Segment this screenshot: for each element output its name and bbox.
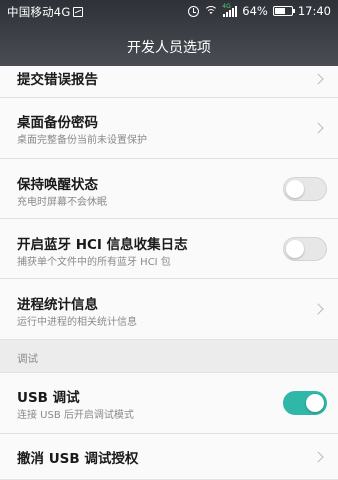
row-title: 开启蓝牙 HCI 信息收集日志 — [17, 237, 188, 253]
chevron-right-icon — [312, 122, 324, 134]
chevron-right-icon — [312, 451, 324, 463]
wifi-icon — [204, 5, 219, 17]
row-title: 保持唤醒状态 — [17, 177, 98, 193]
carrier-label: 中国移动4G — [7, 4, 84, 20]
toggle-knob — [286, 240, 304, 258]
carrier-text: 中国移动4G — [7, 5, 71, 19]
status-icons: 4G 64% 17:40 — [188, 3, 331, 18]
row-usb-debugging[interactable]: USB 调试 连接 USB 后开启调试模式 — [0, 373, 338, 434]
row-subtitle: 捕获单个文件中的所有蓝牙 HCI 包 — [17, 257, 171, 268]
row-subtitle: 充电时屏幕不会休眠 — [17, 197, 107, 208]
battery-icon — [272, 6, 295, 16]
signal-4g-icon: 4G — [222, 3, 238, 17]
chevron-right-icon — [312, 303, 324, 315]
row-subtitle: 运行中进程的相关统计信息 — [17, 317, 137, 328]
row-bluetooth-hci-log[interactable]: 开启蓝牙 HCI 信息收集日志 捕获单个文件中的所有蓝牙 HCI 包 — [0, 219, 338, 279]
top-bar: 中国移动4G 4G 64% 17:40 开发人员选项 — [0, 0, 338, 66]
row-title: 桌面备份密码 — [17, 115, 98, 131]
row-process-stats[interactable]: 进程统计信息 运行中进程的相关统计信息 — [0, 279, 338, 340]
row-title: 撤消 USB 调试授权 — [17, 451, 139, 467]
chevron-right-icon — [312, 73, 324, 85]
row-subtitle: 桌面完整备份当前未设置保护 — [17, 135, 147, 146]
bluetooth-hci-log-toggle[interactable] — [283, 237, 327, 261]
row-title: USB 调试 — [17, 390, 80, 406]
row-title: 提交错误报告 — [17, 72, 98, 88]
clock: 17:40 — [297, 4, 331, 18]
toggle-knob — [286, 180, 304, 198]
section-label: 调试 — [17, 353, 38, 365]
section-header-debugging: 调试 — [0, 340, 338, 373]
alarm-icon — [188, 5, 200, 17]
row-desktop-backup-password[interactable]: 桌面备份密码 桌面完整备份当前未设置保护 — [0, 98, 338, 159]
image-icon — [73, 7, 84, 17]
toggle-knob — [306, 394, 324, 412]
row-subtitle: 连接 USB 后开启调试模式 — [17, 410, 134, 421]
row-title: 进程统计信息 — [17, 297, 98, 313]
battery-percent: 64% — [242, 4, 268, 18]
page-title: 开发人员选项 — [127, 40, 211, 56]
row-revoke-usb-debugging-authorizations[interactable]: 撤消 USB 调试授权 — [0, 434, 338, 480]
row-submit-bug-report[interactable]: 提交错误报告 — [0, 66, 338, 98]
row-stay-awake[interactable]: 保持唤醒状态 充电时屏幕不会休眠 — [0, 159, 338, 219]
usb-debugging-toggle[interactable] — [283, 391, 327, 415]
settings-list: 提交错误报告 桌面备份密码 桌面完整备份当前未设置保护 保持唤醒状态 充电时屏幕… — [0, 66, 338, 480]
stay-awake-toggle[interactable] — [283, 177, 327, 201]
status-bar: 中国移动4G 4G 64% 17:40 — [0, 0, 338, 24]
